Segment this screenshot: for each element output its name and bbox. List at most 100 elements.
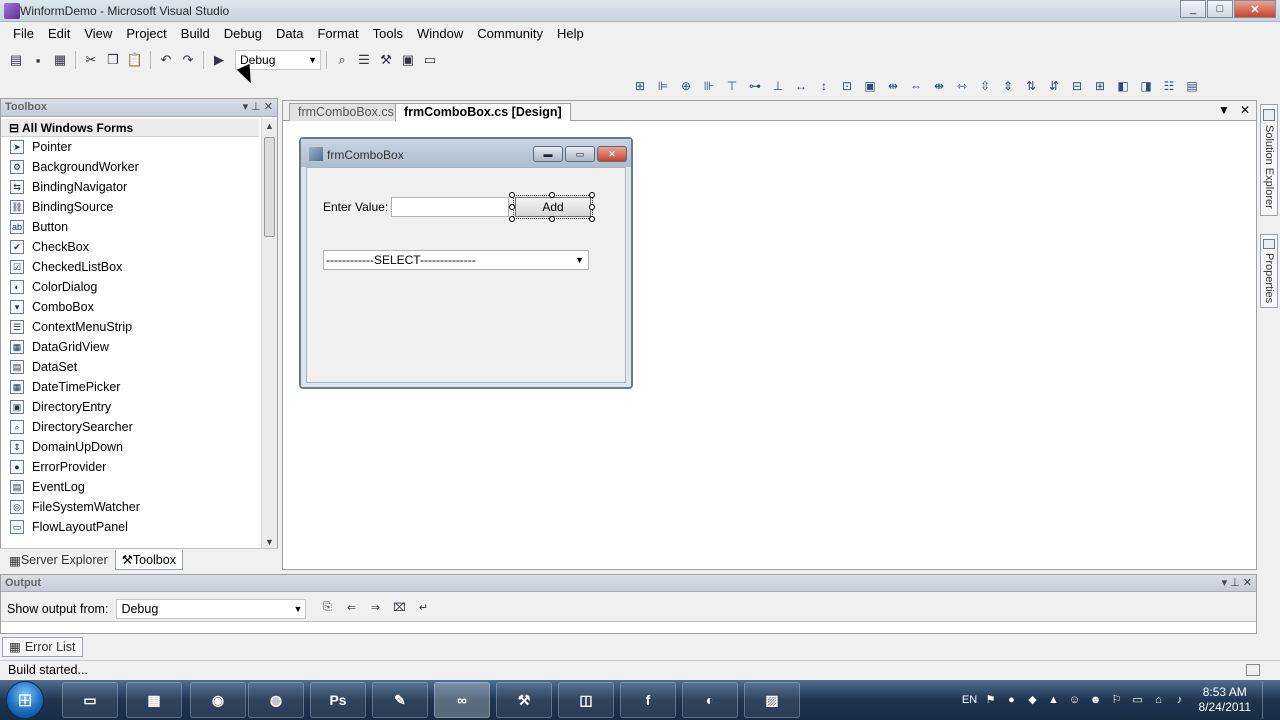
scroll-thumb[interactable] [264,137,275,237]
minimize-button[interactable]: _ [1180,0,1206,18]
make-same-height-icon[interactable]: ↕ [814,77,834,95]
close-button[interactable]: ✕ [1234,0,1276,18]
menu-project[interactable]: Project [119,22,173,46]
enter-value-label[interactable]: Enter Value: [323,200,388,214]
pin-icon[interactable]: ▾ ⊥ ✕ [1222,576,1252,589]
app-tray-icon[interactable]: ● [1004,692,1020,708]
align-tops-icon[interactable]: ⊤ [722,77,742,95]
vlc-tray-icon[interactable]: ▲ [1046,692,1062,708]
toolbox-icon[interactable]: ⚒ [376,50,396,70]
chevron-down-icon[interactable]: ▼ [575,251,584,269]
resize-handle[interactable] [509,192,515,198]
resize-handle[interactable] [509,216,515,222]
windows-explorer-taskbar-icon[interactable]: ▭ [62,682,118,718]
align-to-grid-icon[interactable]: ⊞ [630,77,650,95]
tab-order-icon[interactable]: ☷ [1159,77,1179,95]
toolbox-item[interactable]: ◐ ColorDialog [1,277,259,297]
flag-tray-icon[interactable]: ⚐ [1109,692,1125,708]
toolbox-scrollbar[interactable]: ▲ ▼ [261,119,277,549]
center-vertically-icon[interactable]: ⊞ [1090,77,1110,95]
align-centers-icon[interactable]: ⊕ [676,77,696,95]
align-rights-icon[interactable]: ⊪ [699,77,719,95]
toolbox-item[interactable]: ⛓ BindingSource [1,197,259,217]
tab-solution-explorer[interactable]: Solution Explorer [1260,104,1278,216]
toolbox-item[interactable]: ▤ DataSet [1,357,259,377]
resize-handle[interactable] [589,192,595,198]
maximize-button[interactable]: □ [1207,0,1233,18]
media-taskbar-icon[interactable]: ▦ [126,682,182,718]
scroll-down-icon[interactable]: ▼ [265,537,274,547]
decrease-horizontal-spacing-icon[interactable]: ⇼ [929,77,949,95]
toolbox-item[interactable]: ⚙ BackgroundWorker [1,157,259,177]
copy-icon[interactable]: ❐ [103,50,123,70]
make-same-width-icon[interactable]: ↔ [791,77,811,95]
resize-handle[interactable] [589,216,595,222]
firefox-taskbar-icon[interactable]: ◍ [248,682,304,718]
value-textbox[interactable] [391,197,509,217]
mindmap-taskbar-icon[interactable]: ✎ [372,682,428,718]
new-project-icon[interactable]: ▤ [6,50,26,70]
window-layout-icon[interactable]: ▭ [420,50,440,70]
vertical-spacing-icon[interactable]: ⇳ [975,77,995,95]
menu-help[interactable]: Help [550,22,591,46]
select-combobox[interactable]: ------------SELECT-------------- ▼ [323,250,589,270]
find-icon[interactable]: ⌕ [332,50,352,70]
make-same-size-icon[interactable]: ▣ [860,77,880,95]
save-all-icon[interactable]: ▦ [50,50,70,70]
resize-handle[interactable] [549,192,555,198]
scroll-up-icon[interactable]: ▲ [265,121,274,131]
clock[interactable]: 8:53 AM 8/24/2011 [1193,685,1258,715]
form-client-area[interactable]: Enter Value: Add ------------SELECT-----… [306,167,626,383]
menu-data[interactable]: Data [269,22,310,46]
resize-handle[interactable] [589,204,595,210]
resize-handle[interactable] [509,204,515,210]
toolbox-group-all-windows-forms[interactable]: ⊟ All Windows Forms [1,119,259,137]
align-bottoms-icon[interactable]: ⊥ [768,77,788,95]
save-icon[interactable]: ▪ [28,50,48,70]
image-taskbar-icon[interactable]: ▨ [744,682,800,718]
decrease-vertical-spacing-icon[interactable]: ⇅ [1021,77,1041,95]
monitor-tray-icon[interactable]: ▭ [1130,692,1146,708]
fs-taskbar-icon[interactable]: ◐ [682,682,738,718]
menu-debug[interactable]: Debug [217,22,269,46]
language-indicator[interactable]: EN [962,692,978,708]
center-horizontally-icon[interactable]: ⊟ [1067,77,1087,95]
tab-properties[interactable]: Properties [1260,234,1278,308]
word-wrap-icon[interactable]: ↵ [414,601,432,617]
toolbox-item[interactable]: ⇆ BindingNavigator [1,177,259,197]
align-middles-icon[interactable]: ⊶ [745,77,765,95]
tab-error-list[interactable]: ▦ Error List [2,637,83,657]
cut-icon[interactable]: ✂ [81,50,101,70]
remove-vertical-spacing-icon[interactable]: ⇵ [1044,77,1064,95]
tab-server-explorer[interactable]: ▦ Server Explorer [2,550,115,570]
toolbox-item[interactable]: ✔ CheckBox [1,237,259,257]
toolbox-item[interactable]: ◎ FileSystemWatcher [1,497,259,517]
increase-horizontal-spacing-icon[interactable]: ⇔ [906,77,926,95]
menu-community[interactable]: Community [470,22,550,46]
horizontal-spacing-icon[interactable]: ⇹ [883,77,903,95]
toolbox-item[interactable]: ▾ ComboBox [1,297,259,317]
network-status-icon[interactable]: ⌂ [1151,692,1167,708]
properties-icon[interactable]: ☰ [354,50,374,70]
toolbox-item[interactable]: ▣ DirectoryEntry [1,397,259,417]
chat-tray-icon[interactable]: ☻ [1088,692,1104,708]
tools-taskbar-icon[interactable]: ⚒ [496,682,552,718]
toolbox-item[interactable]: ▭ FlowLayoutPanel [1,517,259,537]
toolbox-item[interactable]: ▦ DataGridView [1,337,259,357]
remove-horizontal-spacing-icon[interactable]: ⇿ [952,77,972,95]
pin-icon[interactable]: ▾ ⊥ ✕ [243,100,273,113]
toolbox-item[interactable]: ⇕ DomainUpDown [1,437,259,457]
previous-message-icon[interactable]: ⇐ [342,601,360,617]
toolbox-item[interactable]: ☰ ContextMenuStrip [1,317,259,337]
facebook-taskbar-icon[interactable]: f [620,682,676,718]
resize-handle[interactable] [549,216,555,222]
paste-icon[interactable]: 📋 [125,50,145,70]
volume-icon[interactable]: ♪ [1172,692,1188,708]
align-lefts-icon[interactable]: ⊫ [653,77,673,95]
output-source-select[interactable]: Debug ▼ [116,599,307,619]
menu-view[interactable]: View [77,22,119,46]
bring-to-front-icon[interactable]: ◧ [1113,77,1133,95]
increase-vertical-spacing-icon[interactable]: ⇕ [998,77,1018,95]
tab-toolbox[interactable]: ⚒ Toolbox [114,550,183,570]
toolbox-item[interactable]: ⌕ DirectorySearcher [1,417,259,437]
